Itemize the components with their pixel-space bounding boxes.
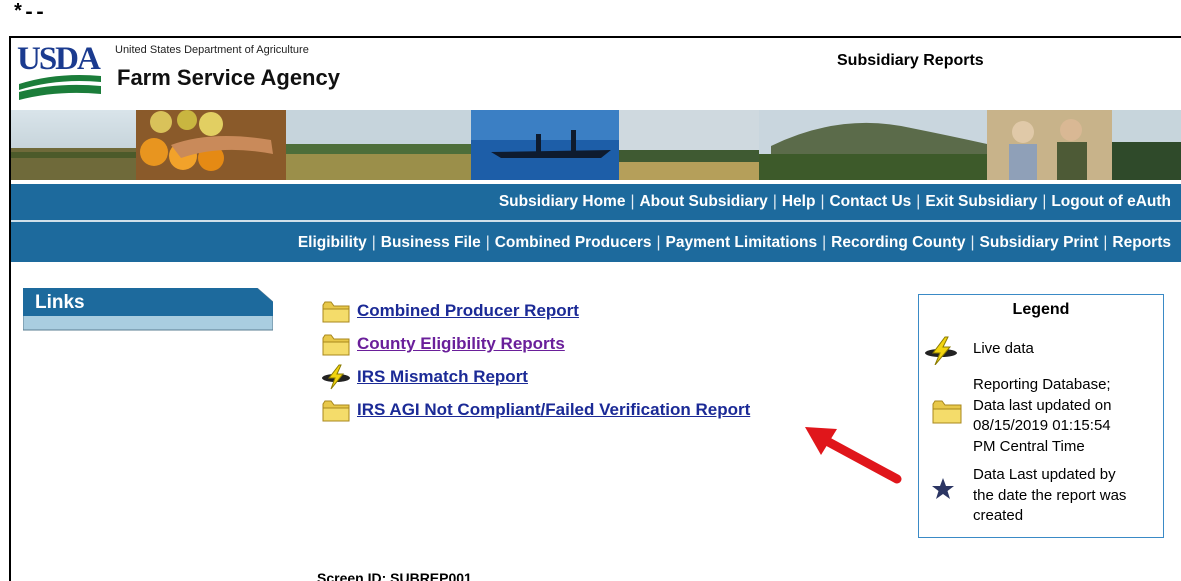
- legend-text: Live data: [973, 339, 1034, 359]
- folder-icon: [322, 334, 350, 356]
- nav-separator: |: [970, 234, 975, 251]
- photo-banner: [11, 110, 1181, 180]
- legend-line: the date the report was: [973, 486, 1127, 504]
- legend-line: PM Central Time: [973, 437, 1085, 455]
- report-item: IRS Mismatch Report: [321, 364, 528, 390]
- nav-separator: |: [485, 234, 490, 251]
- report-item: Combined Producer Report: [321, 298, 579, 324]
- primary-nav: Subsidiary Home | About Subsidiary | Help |…: [11, 184, 1181, 220]
- annotation-arrow-icon: [805, 427, 902, 484]
- report-link-combined-producer[interactable]: Combined Producer Report: [357, 301, 579, 321]
- nav-separator: |: [656, 234, 661, 251]
- usda-logo-swoosh: [19, 75, 101, 100]
- usda-logo: USDA: [17, 42, 103, 102]
- nav-combined-producers[interactable]: Combined Producers: [495, 234, 652, 252]
- lightning-icon: [322, 364, 350, 390]
- nav-separator: |: [820, 193, 825, 210]
- legend-title: Legend: [1012, 301, 1070, 318]
- banner-image: [11, 110, 1181, 180]
- nav-recording-county[interactable]: Recording County: [831, 234, 965, 252]
- nav-help[interactable]: Help: [782, 193, 816, 211]
- primary-nav-links: Subsidiary Home | About Subsidiary | Help |…: [499, 193, 1171, 211]
- nav-subsidiary-home[interactable]: Subsidiary Home: [499, 193, 626, 211]
- app-window: USDA United States Department of Agricul…: [9, 36, 1181, 581]
- screen-id: Screen ID: SUBREP001: [317, 570, 472, 581]
- legend-line: Live data: [973, 340, 1034, 357]
- nav-about-subsidiary[interactable]: About Subsidiary: [639, 193, 767, 211]
- report-link-irs-mismatch[interactable]: IRS Mismatch Report: [357, 367, 528, 387]
- nav-eligibility[interactable]: Eligibility: [298, 234, 367, 252]
- page-marker: *--: [12, 2, 46, 25]
- page-title: Subsidiary Reports: [837, 52, 984, 69]
- legend-line: Data Last updated by: [973, 466, 1116, 483]
- folder-icon: [322, 400, 350, 422]
- nav-separator: |: [772, 193, 777, 210]
- nav-logout-eauth[interactable]: Logout of eAuth: [1051, 193, 1171, 211]
- legend-text: Reporting Database; Data last updated on…: [973, 375, 1111, 457]
- site-header: USDA United States Department of Agricul…: [11, 38, 1181, 110]
- secondary-nav: Eligibility | Business File | Combined Pro…: [11, 222, 1181, 262]
- nav-separator: |: [1042, 193, 1047, 210]
- folder-icon: [322, 301, 350, 323]
- nav-separator: |: [371, 234, 376, 251]
- report-link-irs-agi[interactable]: IRS AGI Not Compliant/Failed Verificatio…: [357, 400, 750, 420]
- star-icon: [932, 478, 954, 499]
- legend-line: Data last updated on: [973, 396, 1112, 414]
- secondary-nav-links: Eligibility | Business File | Combined Pro…: [298, 234, 1171, 252]
- legend-line: 08/15/2019 01:15:54: [973, 417, 1111, 434]
- report-item: County Eligibility Reports: [321, 331, 565, 357]
- links-label: Links: [35, 292, 85, 313]
- nav-subsidiary-print[interactable]: Subsidiary Print: [980, 234, 1099, 252]
- department-name: United States Department of Agriculture: [115, 44, 309, 56]
- nav-separator: |: [630, 193, 635, 210]
- legend-text: Data Last updated by the date the report…: [973, 465, 1126, 527]
- nav-exit-subsidiary[interactable]: Exit Subsidiary: [925, 193, 1037, 211]
- nav-business-file[interactable]: Business File: [381, 234, 481, 252]
- lightning-icon: [925, 336, 957, 365]
- nav-contact-us[interactable]: Contact Us: [829, 193, 911, 211]
- agency-name: Farm Service Agency: [117, 65, 340, 90]
- nav-separator: |: [916, 193, 921, 210]
- nav-reports[interactable]: Reports: [1112, 234, 1171, 252]
- legend-line: Reporting Database;: [973, 376, 1111, 393]
- report-item: IRS AGI Not Compliant/Failed Verificatio…: [321, 397, 750, 423]
- folder-icon: [932, 400, 962, 424]
- links-sidebar-header: Links: [23, 288, 273, 332]
- nav-payment-limitations[interactable]: Payment Limitations: [666, 234, 818, 252]
- nav-separator: |: [822, 234, 827, 251]
- legend-line: created: [973, 507, 1024, 524]
- legend-panel: Legend Live data Reporting Database; Dat…: [918, 294, 1164, 538]
- report-link-county-eligibility[interactable]: County Eligibility Reports: [357, 334, 565, 354]
- nav-separator: |: [1103, 234, 1108, 251]
